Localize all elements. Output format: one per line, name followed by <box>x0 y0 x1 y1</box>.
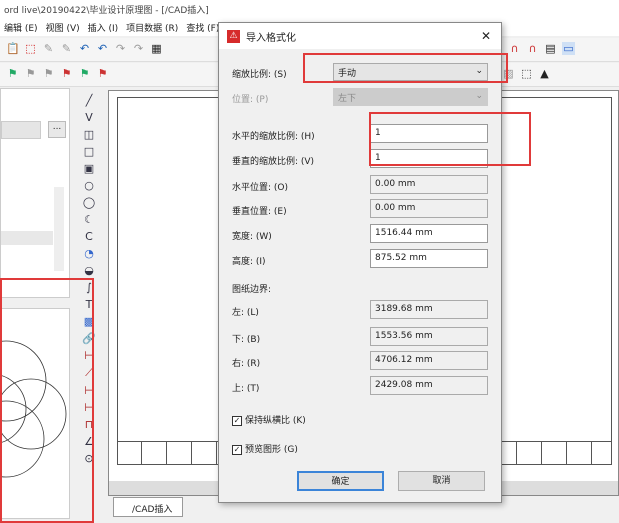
pie-icon[interactable]: ◔ <box>84 247 94 260</box>
top-value: 2429.08 mm <box>370 376 488 395</box>
vpos-input[interactable]: 0.00 mm <box>370 199 488 218</box>
width-input[interactable]: 1516.44 mm <box>370 224 488 243</box>
panel-dropdown[interactable] <box>1 121 41 139</box>
list-item[interactable] <box>1 231 53 245</box>
rectangle-icon[interactable]: □ <box>84 145 94 158</box>
arc2-icon[interactable]: C <box>85 230 93 243</box>
left-label: 左: (L) <box>232 308 259 318</box>
hscale-label: 水平的缩放比例: (H) <box>232 132 315 142</box>
highlight-box-scale <box>303 53 508 83</box>
polyline-icon[interactable]: ᐯ <box>85 111 93 124</box>
undo-icon[interactable]: ↶ <box>78 42 91 55</box>
left-value: 3189.68 mm <box>370 300 488 319</box>
highlight-box-ratio <box>369 112 531 166</box>
grid-icon[interactable]: ▤ <box>544 42 557 55</box>
ok-button[interactable]: 确定 <box>297 471 384 491</box>
image-box-icon[interactable]: ▣ <box>84 162 94 175</box>
delete-selection-icon[interactable]: ⬚ <box>24 42 37 55</box>
brush2-icon[interactable]: ✎ <box>60 42 73 55</box>
border-heading: 图纸边界: <box>232 285 272 295</box>
magnet2-icon[interactable]: ∩ <box>526 42 539 55</box>
flag4-icon[interactable]: ⚑ <box>60 67 73 80</box>
menu-edit[interactable]: 编辑 (E) <box>4 21 38 34</box>
preview-checkbox[interactable]: ✓ 预览图形 (G) <box>232 442 298 455</box>
flag-icon[interactable]: ⚑ <box>6 67 19 80</box>
keep-ratio-checkbox[interactable]: ✓ 保持纵横比 (K) <box>232 413 306 426</box>
tab-label: /CAD插入 <box>132 505 173 515</box>
menu-view[interactable]: 视图 (V) <box>46 21 80 34</box>
window-icon[interactable]: ▦ <box>150 42 163 55</box>
ellipse-icon[interactable]: ◒ <box>84 264 94 277</box>
frame-icon[interactable]: ⬚ <box>520 67 533 80</box>
warning-icon: ⚠ <box>227 29 240 43</box>
tab-cad-insert[interactable]: /CAD插入 <box>113 497 183 517</box>
flag2-icon[interactable]: ⚑ <box>24 67 37 80</box>
bottom-value: 1553.56 mm <box>370 327 488 346</box>
menu-project-data[interactable]: 项目数据 (R) <box>126 21 178 34</box>
chevron-down-icon: ⌄ <box>475 91 483 101</box>
circle2-icon[interactable]: ◯ <box>83 196 95 209</box>
checkbox-checked-icon: ✓ <box>232 445 242 455</box>
arc-icon[interactable]: ☾ <box>84 213 94 226</box>
ruler-icon[interactable]: ▭ <box>562 42 575 55</box>
flag-delete-icon[interactable]: ⚑ <box>96 67 109 80</box>
triangle-icon[interactable]: ▲ <box>538 67 551 80</box>
preview-label: 预览图形 (G) <box>245 445 298 455</box>
dialog-titlebar: ⚠ 导入格式化 ✕ <box>219 23 501 49</box>
paste-icon[interactable]: 📋 <box>6 42 20 55</box>
window-title: ord live\20190422\毕业设计原理图 - [/CAD插入] <box>0 0 619 19</box>
redo-icon[interactable]: ↷ <box>114 42 127 55</box>
right-value: 4706.12 mm <box>370 351 488 370</box>
bottom-label: 下: (B) <box>232 335 261 345</box>
keep-ratio-label: 保持纵横比 (K) <box>245 416 306 426</box>
import-format-dialog: ⚠ 导入格式化 ✕ 缩放比例: (S) 手动 ⌄ 位置: (P) 左下 ⌄ 水平的缩… <box>218 22 502 503</box>
redo2-icon[interactable]: ↷ <box>132 42 145 55</box>
height-label: 高度: (I) <box>232 257 266 267</box>
flag3-icon[interactable]: ⚑ <box>42 67 55 80</box>
close-icon[interactable]: ✕ <box>481 29 491 43</box>
scale-label: 缩放比例: (S) <box>232 70 287 80</box>
menu-find[interactable]: 查找 (F) <box>186 21 219 34</box>
cancel-button[interactable]: 取消 <box>398 471 485 491</box>
flag5-icon[interactable]: ⚑ <box>78 67 91 80</box>
top-label: 上: (T) <box>232 384 260 394</box>
right-label: 右: (R) <box>232 359 261 369</box>
brush-icon[interactable]: ✎ <box>42 42 55 55</box>
menu-insert[interactable]: 插入 (I) <box>88 21 119 34</box>
undo2-icon[interactable]: ↶ <box>96 42 109 55</box>
shape-icon[interactable]: ◫ <box>84 128 94 141</box>
position-value: 左下 <box>338 94 357 104</box>
position-label: 位置: (P) <box>232 95 269 105</box>
width-label: 宽度: (W) <box>232 232 272 242</box>
vscale-label: 垂直的缩放比例: (V) <box>232 157 315 167</box>
checkbox-checked-icon: ✓ <box>232 416 242 426</box>
position-select[interactable]: 左下 ⌄ <box>333 88 488 106</box>
circle-icon[interactable]: ○ <box>84 179 94 192</box>
browse-button[interactable]: ... <box>48 121 66 138</box>
dialog-title: 导入格式化 <box>246 32 296 44</box>
line-icon[interactable]: ╱ <box>86 94 93 107</box>
hpos-input[interactable]: 0.00 mm <box>370 175 488 194</box>
vpos-label: 垂直位置: (E) <box>232 207 287 217</box>
height-input[interactable]: 875.52 mm <box>370 249 488 268</box>
scrollbar[interactable] <box>54 187 64 271</box>
magnet-icon[interactable]: ∩ <box>508 42 521 55</box>
highlight-box-left <box>0 278 94 523</box>
properties-panel: ... <box>0 88 70 298</box>
hpos-label: 水平位置: (O) <box>232 183 288 193</box>
